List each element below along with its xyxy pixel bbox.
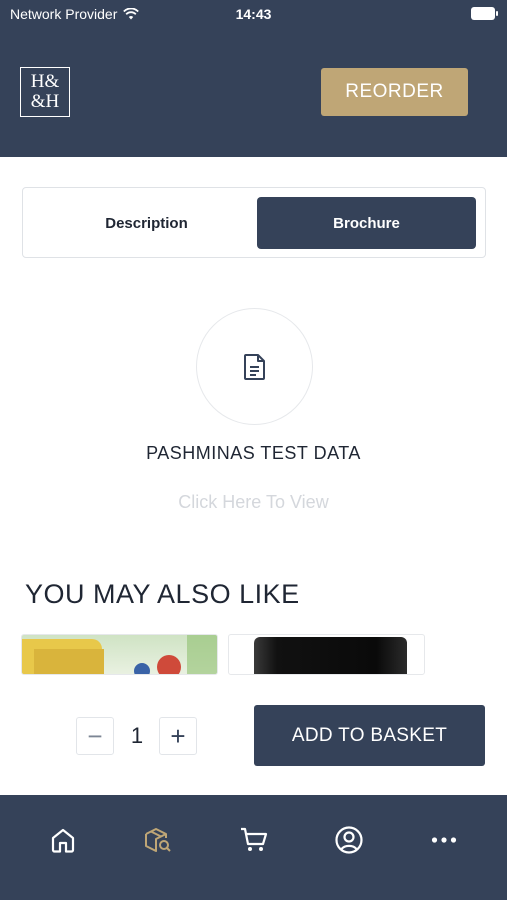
nav-products[interactable] (138, 823, 178, 857)
reorder-button[interactable]: REORDER (321, 68, 468, 116)
nav-cart[interactable] (234, 823, 274, 857)
recommended-product-card[interactable] (228, 634, 425, 675)
quantity-decrement-button[interactable]: − (76, 717, 114, 755)
quantity-increment-button[interactable]: + (159, 717, 197, 755)
product-image-shape (34, 649, 104, 674)
brochure-title: PASHMINAS TEST DATA (146, 443, 361, 463)
account-icon (335, 826, 363, 854)
content-tabs: Description Brochure (22, 187, 486, 258)
also-like-heading: YOU MAY ALSO LIKE (25, 579, 300, 609)
nav-home[interactable] (43, 823, 83, 857)
status-time: 14:43 (235, 6, 272, 22)
brochure-document-button[interactable] (196, 308, 313, 425)
battery-icon (471, 7, 498, 20)
product-image-shape (187, 635, 217, 674)
product-image-shape (134, 663, 150, 674)
cart-icon (241, 827, 268, 851)
product-image-bottle (254, 637, 407, 674)
nav-more[interactable] (424, 823, 464, 857)
logo-line-2: &H (30, 91, 60, 112)
logo-line-1: H& (30, 71, 60, 92)
brand-logo[interactable]: H& &H (20, 67, 70, 117)
bottom-navigation (0, 795, 507, 900)
recommended-product-card[interactable] (21, 634, 218, 675)
tab-description[interactable]: Description (37, 197, 256, 249)
tab-brochure[interactable]: Brochure (257, 197, 476, 249)
home-icon (51, 828, 75, 853)
app-header: Network Provider 14:43 H& &H REORDER (0, 0, 507, 157)
product-search-icon (145, 828, 171, 852)
product-image-shape (157, 655, 181, 674)
nav-account[interactable] (329, 823, 369, 857)
status-bar: Network Provider 14:43 (0, 0, 507, 28)
document-icon (243, 353, 265, 380)
add-to-basket-button[interactable]: ADD TO BASKET (254, 705, 485, 766)
more-icon (431, 837, 457, 843)
quantity-value: 1 (130, 723, 144, 748)
brochure-view-link[interactable]: Click Here To View (0, 492, 507, 513)
